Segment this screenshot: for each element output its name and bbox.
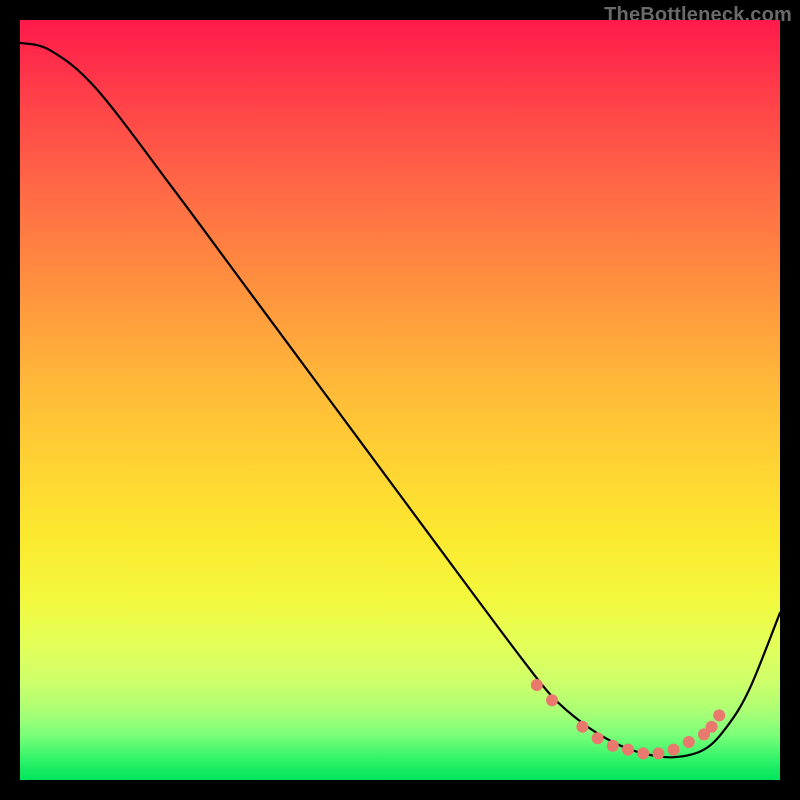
chart-marker xyxy=(607,740,619,752)
chart-marker xyxy=(683,736,695,748)
chart-marker xyxy=(546,694,558,706)
chart-marker xyxy=(531,679,543,691)
chart-marker xyxy=(652,747,664,759)
chart-marker xyxy=(622,744,634,756)
chart-marker xyxy=(576,721,588,733)
chart-plot-area xyxy=(20,20,780,780)
chart-marker xyxy=(668,744,680,756)
chart-stage: TheBottleneck.com xyxy=(0,0,800,800)
chart-marker xyxy=(706,721,718,733)
chart-markers xyxy=(531,679,725,759)
chart-curve xyxy=(20,43,780,758)
chart-marker xyxy=(637,747,649,759)
chart-svg xyxy=(20,20,780,780)
chart-marker xyxy=(713,709,725,721)
chart-marker xyxy=(592,732,604,744)
